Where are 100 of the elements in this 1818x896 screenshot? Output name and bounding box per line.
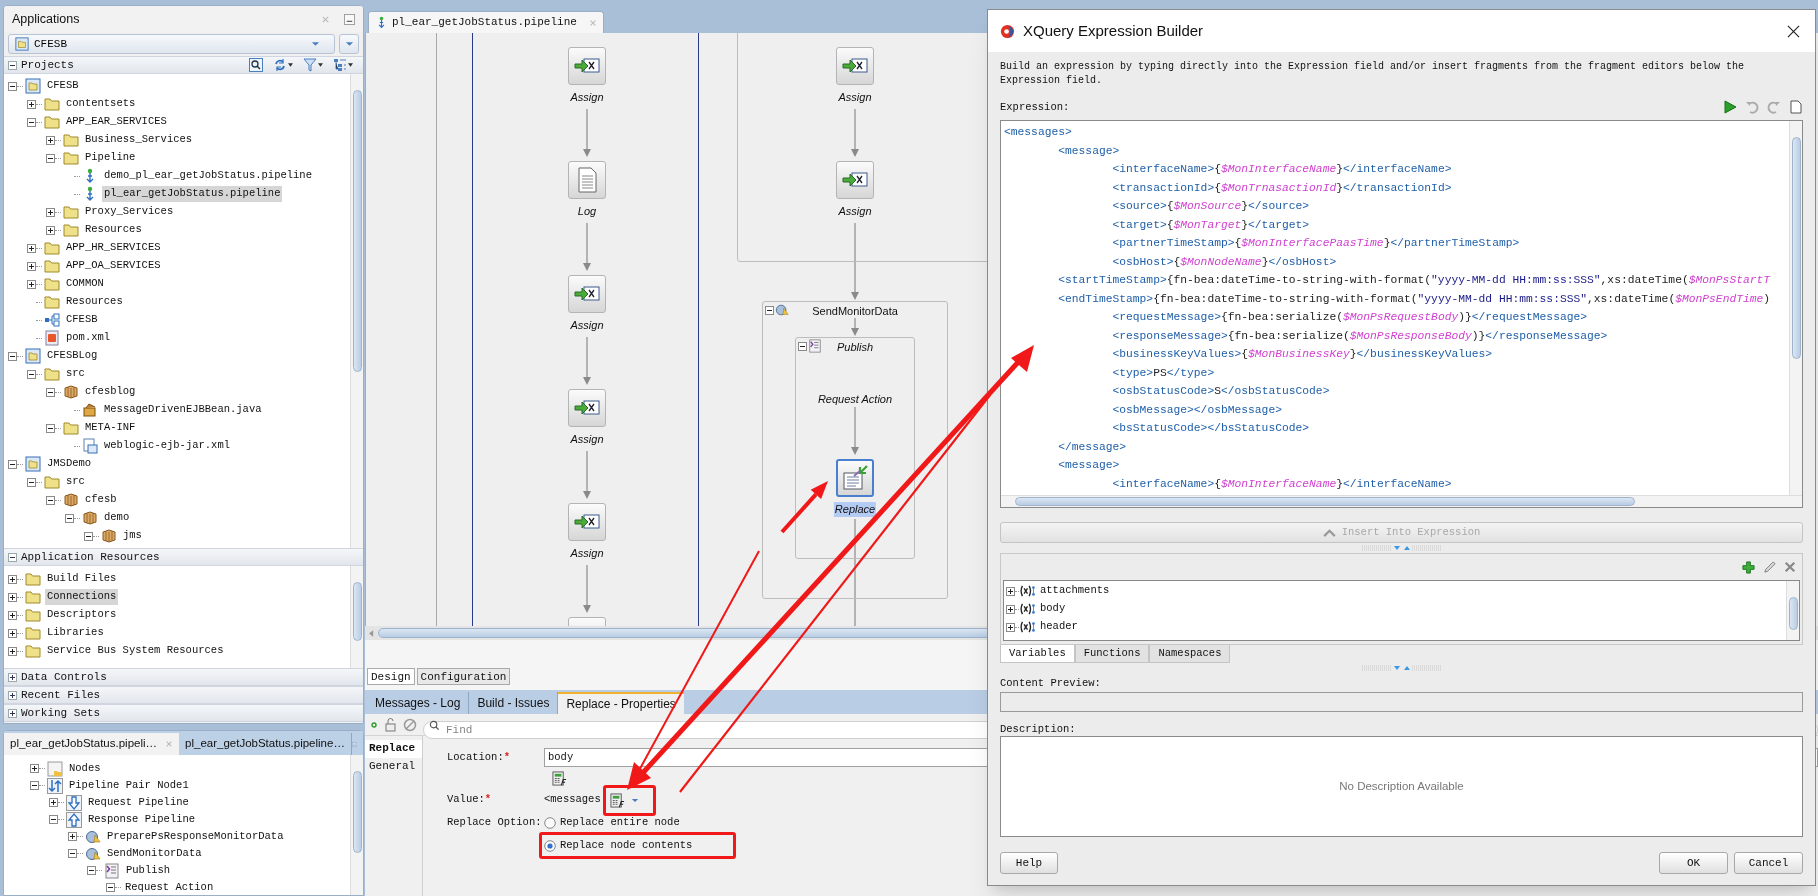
tree-toggle-icon[interactable] — [46, 153, 55, 163]
tree-toggle-icon[interactable] — [46, 225, 55, 235]
tree-item[interactable]: Resources — [64, 294, 125, 310]
tree-item[interactable]: APP_HR_SERVICES — [64, 240, 163, 256]
action-node[interactable] — [836, 47, 874, 85]
action-node[interactable] — [568, 47, 606, 85]
minimize-icon[interactable] — [344, 13, 355, 25]
action-node[interactable] — [568, 389, 606, 427]
tree-item[interactable]: src — [64, 366, 87, 382]
tree-toggle-icon[interactable] — [8, 592, 17, 602]
tree-item[interactable]: META-INF — [83, 420, 138, 436]
tree-item[interactable]: contentsets — [64, 96, 138, 112]
tree-item[interactable]: PreparePsResponseMonitorData — [105, 828, 286, 845]
tree-item[interactable]: CFESB — [45, 78, 81, 94]
tree-toggle-icon[interactable] — [27, 261, 36, 271]
action-node[interactable] — [836, 161, 874, 199]
tree-toggle-icon[interactable] — [65, 513, 74, 523]
action-node[interactable] — [568, 503, 606, 541]
tree-toggle-icon[interactable] — [1006, 586, 1015, 596]
tree-toggle-icon[interactable] — [68, 832, 77, 841]
view-tab[interactable]: Design — [367, 668, 415, 685]
tree-item[interactable]: Proxy_Services — [83, 204, 176, 220]
tree-toggle-icon[interactable] — [27, 99, 36, 109]
tree-item[interactable]: MessageDrivenEJBBean.java — [102, 402, 264, 418]
editor-tab[interactable]: pl_ear_getJobStatus.pipeline — [368, 11, 604, 33]
dialog-button[interactable]: OK — [1659, 852, 1728, 874]
tree-toggle-icon[interactable] — [84, 531, 93, 541]
scrollbar-thumb[interactable] — [352, 771, 362, 853]
tree-item[interactable]: cfesblog — [83, 384, 138, 400]
tree-toggle-icon[interactable] — [8, 574, 17, 584]
layout-button[interactable] — [333, 58, 353, 72]
side-tab[interactable]: Replace — [365, 740, 422, 758]
caret-icon[interactable] — [630, 797, 639, 803]
tree-item[interactable]: Pipeline Pair Node1 — [67, 777, 191, 794]
tree-item[interactable]: JMSDemo — [45, 456, 94, 472]
tree-toggle-icon[interactable] — [8, 351, 17, 361]
tree-toggle-icon[interactable] — [8, 646, 17, 656]
new-document-icon[interactable] — [1789, 100, 1803, 114]
section-toggle-icon[interactable] — [8, 672, 17, 682]
section-toggle-icon[interactable] — [8, 552, 17, 562]
tree-item[interactable]: Response Pipeline — [86, 811, 198, 828]
tree-item[interactable]: pom.xml — [64, 330, 113, 346]
action-node[interactable] — [568, 161, 606, 199]
tree-toggle-icon[interactable] — [46, 207, 55, 217]
tree-toggle-icon[interactable] — [46, 423, 55, 433]
tree-item[interactable]: weblogic-ejb-jar.xml — [102, 438, 233, 454]
dialog-button[interactable]: Help — [1000, 852, 1058, 874]
app-selector[interactable]: CFESB — [8, 34, 335, 54]
scrollbar-thumb[interactable] — [1791, 137, 1801, 359]
expression-button[interactable] — [550, 769, 568, 787]
tree-toggle-icon[interactable] — [1006, 604, 1015, 614]
tree-toggle-icon[interactable] — [68, 849, 77, 858]
tree-toggle-icon[interactable] — [49, 815, 58, 824]
side-tab[interactable]: General — [365, 758, 422, 776]
collapse-toggle-icon[interactable] — [765, 306, 774, 315]
view-tab[interactable]: Functions — [1074, 645, 1150, 663]
splitter-handle[interactable] — [1361, 665, 1442, 671]
tree-toggle-icon[interactable] — [27, 477, 36, 487]
tree-item[interactable]: header — [1040, 619, 1078, 635]
tree-toggle-icon[interactable] — [30, 781, 39, 790]
scrollbar-thumb[interactable] — [1015, 497, 1635, 506]
view-tab[interactable]: Variables — [1000, 645, 1075, 663]
tree-item[interactable]: Pipeline — [83, 150, 138, 166]
radio-option[interactable]: Replace node contents — [544, 837, 693, 854]
section-toggle-icon[interactable] — [8, 708, 17, 718]
tree-item[interactable]: CFESB — [64, 312, 100, 328]
tree-toggle-icon[interactable] — [46, 387, 55, 397]
tree-item[interactable]: cfesb — [83, 492, 119, 508]
filter-button[interactable] — [303, 58, 323, 72]
tree-toggle-icon[interactable] — [27, 369, 36, 379]
delete-icon[interactable] — [1784, 561, 1796, 573]
sync-button[interactable] — [273, 58, 293, 72]
tree-item[interactable]: Connections — [45, 589, 119, 605]
tree-toggle-icon[interactable] — [1006, 622, 1015, 632]
scrollbar-thumb[interactable] — [352, 582, 362, 641]
tree-item[interactable]: Publish — [124, 862, 173, 879]
expression-button[interactable] — [608, 791, 627, 809]
tree-toggle-icon[interactable] — [27, 117, 36, 127]
tree-item[interactable]: CFESBLog — [45, 348, 100, 364]
pencil-icon[interactable] — [1763, 560, 1776, 574]
tree-item[interactable]: Business_Services — [83, 132, 195, 148]
tree-item[interactable]: demo_pl_ear_getJobStatus.pipeline — [102, 168, 314, 184]
scrollbar-thumb[interactable] — [352, 90, 362, 372]
panel-tab[interactable]: pl_ear_getJobStatus.pipeli… — [4, 733, 180, 755]
tree-item[interactable]: body — [1040, 601, 1066, 617]
scrollbar-thumb[interactable] — [1788, 597, 1798, 630]
splitter-handle[interactable] — [1361, 545, 1442, 551]
tree-item[interactable]: Request Action — [123, 879, 216, 895]
tree-item[interactable]: jms — [121, 528, 144, 544]
section-header[interactable]: Projects — [21, 56, 74, 74]
action-node[interactable] — [836, 459, 874, 497]
section-toggle-icon[interactable] — [8, 60, 17, 70]
tree-toggle-icon[interactable] — [27, 279, 36, 289]
tree-item[interactable]: demo — [102, 510, 132, 526]
tree-item[interactable]: Descriptors — [45, 607, 119, 623]
tree-item[interactable]: Request Pipeline — [86, 794, 191, 811]
tree-item[interactable]: src — [64, 474, 87, 490]
add-icon[interactable] — [1742, 560, 1755, 574]
run-icon[interactable] — [1723, 100, 1737, 114]
tree-toggle-icon[interactable] — [106, 883, 115, 892]
